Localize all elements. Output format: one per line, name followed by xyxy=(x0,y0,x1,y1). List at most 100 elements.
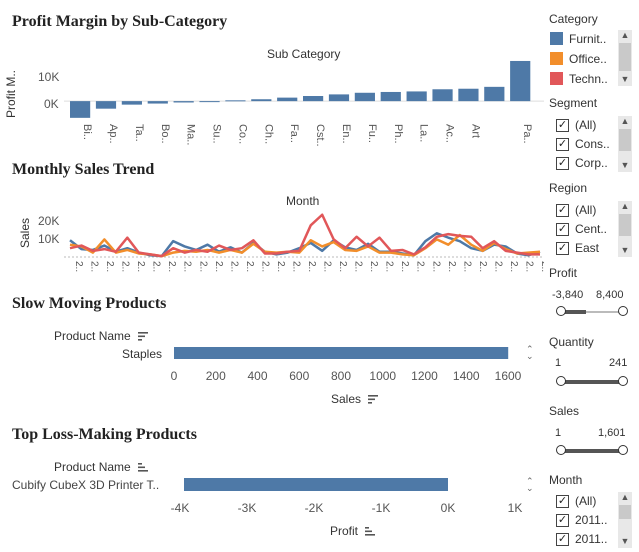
loss-making-title: Top Loss-Making Products xyxy=(12,426,197,443)
slow-moving-scroll-icon[interactable]: ⌃ ⌄ xyxy=(526,345,534,361)
sort-ascending-icon[interactable] xyxy=(138,463,149,472)
loss-making-col-header: Product Name xyxy=(54,460,149,474)
legend-swatch xyxy=(550,72,563,85)
scrollbar-thumb[interactable] xyxy=(619,214,631,236)
checkbox-checked-icon[interactable]: ✓ xyxy=(556,156,569,170)
x-tick-label: 0K xyxy=(441,501,456,515)
x-tick-label: 0 xyxy=(171,369,178,383)
sort-ascending-icon[interactable] xyxy=(365,527,376,536)
x-tick-label: -4K xyxy=(171,501,190,515)
scroll-up-icon[interactable]: ▲ xyxy=(618,201,632,213)
segment-scrollbar[interactable]: ▲ ▼ xyxy=(618,116,632,172)
scrollbar-thumb[interactable] xyxy=(619,43,631,71)
legend-item-furniture[interactable]: Furnit.. xyxy=(550,30,611,47)
slider-knob-min[interactable] xyxy=(556,306,566,316)
slider-knob-min[interactable] xyxy=(556,376,566,386)
segment-option-corporate[interactable]: ✓ Corp.. xyxy=(556,154,615,172)
legend-swatch xyxy=(550,32,563,45)
scroll-down-icon[interactable]: ▼ xyxy=(618,245,632,257)
segment-option-all[interactable]: ✓ (All) xyxy=(556,116,615,134)
sales-range-min: 1 xyxy=(555,427,562,439)
profit-margin-chart[interactable]: Bi.. Ap.. Ta.. Bo.. Ma.. Su.. Co.. Ch.. Fa.. Cst.… xyxy=(64,58,544,158)
checkbox-checked-icon[interactable]: ✓ xyxy=(556,222,569,236)
category-tick-label: Fu.. xyxy=(366,124,378,143)
category-tick-label: Ap.. xyxy=(107,124,119,144)
region-option-east[interactable]: ✓ East xyxy=(556,239,615,257)
quantity-range-max: 241 xyxy=(609,357,628,369)
checkbox-checked-icon[interactable]: ✓ xyxy=(556,118,569,132)
checkbox-checked-icon[interactable]: ✓ xyxy=(556,203,569,217)
category-tick-label: Ac.. xyxy=(444,124,456,143)
scroll-down-icon[interactable]: ▼ xyxy=(618,74,632,86)
slider-knob-max[interactable] xyxy=(618,445,628,455)
category-tick-label: La.. xyxy=(418,124,430,142)
quantity-range-slider[interactable] xyxy=(556,376,628,388)
legend-label: Office.. xyxy=(569,51,607,66)
scroll-down-icon[interactable]: ▼ xyxy=(618,536,632,548)
category-tick-label: Su.. xyxy=(211,124,223,144)
category-tick-label: Fa.. xyxy=(288,124,300,143)
slow-moving-chart[interactable]: 0 200 400 600 800 1000 1200 1400 1600 xyxy=(160,340,530,386)
scroll-up-icon[interactable]: ▲ xyxy=(618,492,632,504)
monthly-sales-ytick-20k: 20K xyxy=(38,214,60,228)
month-tick-label: 2.. xyxy=(135,261,146,272)
x-tick-label: 600 xyxy=(289,369,309,383)
category-tick-label: Ph.. xyxy=(392,124,404,144)
loss-making-scroll-icon[interactable]: ⌃ ⌄ xyxy=(526,477,534,493)
x-tick-label: 800 xyxy=(331,369,351,383)
month-tick-label: 2.. xyxy=(539,261,544,272)
month-tick-label: 2.. xyxy=(492,261,503,272)
checkbox-checked-icon[interactable]: ✓ xyxy=(556,513,569,527)
region-option-central[interactable]: ✓ Cent.. xyxy=(556,220,615,238)
bar xyxy=(251,99,272,102)
bar xyxy=(406,91,427,102)
month-tick-label: 2.. xyxy=(73,261,84,272)
month-option-all[interactable]: ✓ (All) xyxy=(556,492,615,510)
month-scrollbar[interactable]: ▲ ▼ xyxy=(618,492,632,548)
month-tick-label: 2.. xyxy=(508,261,519,272)
checkbox-checked-icon[interactable]: ✓ xyxy=(556,532,569,546)
checkbox-checked-icon[interactable]: ✓ xyxy=(556,137,569,151)
sort-icon[interactable] xyxy=(138,332,149,341)
scroll-up-icon[interactable]: ▲ xyxy=(618,30,632,42)
slow-moving-col-header-label: Product Name xyxy=(54,329,131,343)
bar xyxy=(380,91,401,102)
month-tick-label: 2.. xyxy=(415,261,426,272)
segment-option-consumer[interactable]: ✓ Cons.. xyxy=(556,135,615,153)
quantity-filter-title: Quantity xyxy=(549,335,594,349)
checkbox-checked-icon[interactable]: ✓ xyxy=(556,494,569,508)
profit-range-slider[interactable] xyxy=(556,306,628,318)
legend-item-office[interactable]: Office.. xyxy=(550,50,611,67)
loss-making-chart[interactable]: -4K -3K -2K -1K 0K 1K xyxy=(160,472,530,516)
bar xyxy=(225,100,246,102)
slow-moving-title: Slow Moving Products xyxy=(12,295,167,312)
region-option-all[interactable]: ✓ (All) xyxy=(556,201,615,219)
bar xyxy=(328,94,350,102)
monthly-sales-chart[interactable]: 2.. 2.. 2.. 2.. 2.. 2.. 2.. 2.. 2.. 2.. 2.. 2.. 2.. 2… xyxy=(64,205,544,287)
sales-range-slider[interactable] xyxy=(556,445,628,457)
x-tick-label: 1200 xyxy=(411,369,438,383)
sales-filter-title: Sales xyxy=(549,404,580,418)
sort-icon[interactable] xyxy=(368,395,379,404)
category-scrollbar[interactable]: ▲ ▼ xyxy=(618,30,632,86)
scroll-up-icon[interactable]: ▲ xyxy=(618,116,632,128)
scrollbar-thumb[interactable] xyxy=(619,505,631,519)
bar xyxy=(432,89,453,102)
month-option-2[interactable]: ✓ 2011.. xyxy=(556,530,615,548)
month-tick-label: 2.. xyxy=(151,261,162,272)
category-tick-label: Ma.. xyxy=(185,124,197,145)
slider-knob-max[interactable] xyxy=(618,376,628,386)
slider-knob-max[interactable] xyxy=(618,306,628,316)
checkbox-checked-icon[interactable]: ✓ xyxy=(556,241,569,255)
month-tick-label: 2.. xyxy=(228,261,239,272)
region-scrollbar[interactable]: ▲ ▼ xyxy=(618,201,632,257)
month-option-1[interactable]: ✓ 2011.. xyxy=(556,511,615,529)
month-tick-label: 2.. xyxy=(259,261,270,272)
month-filter-title: Month xyxy=(549,473,583,487)
scrollbar-thumb[interactable] xyxy=(619,129,631,151)
legend-item-technology[interactable]: Techn.. xyxy=(550,70,611,87)
scroll-down-icon[interactable]: ▼ xyxy=(618,160,632,172)
slider-fill xyxy=(560,449,624,453)
slider-knob-min[interactable] xyxy=(556,445,566,455)
sales-range-max: 1,601 xyxy=(598,427,626,439)
